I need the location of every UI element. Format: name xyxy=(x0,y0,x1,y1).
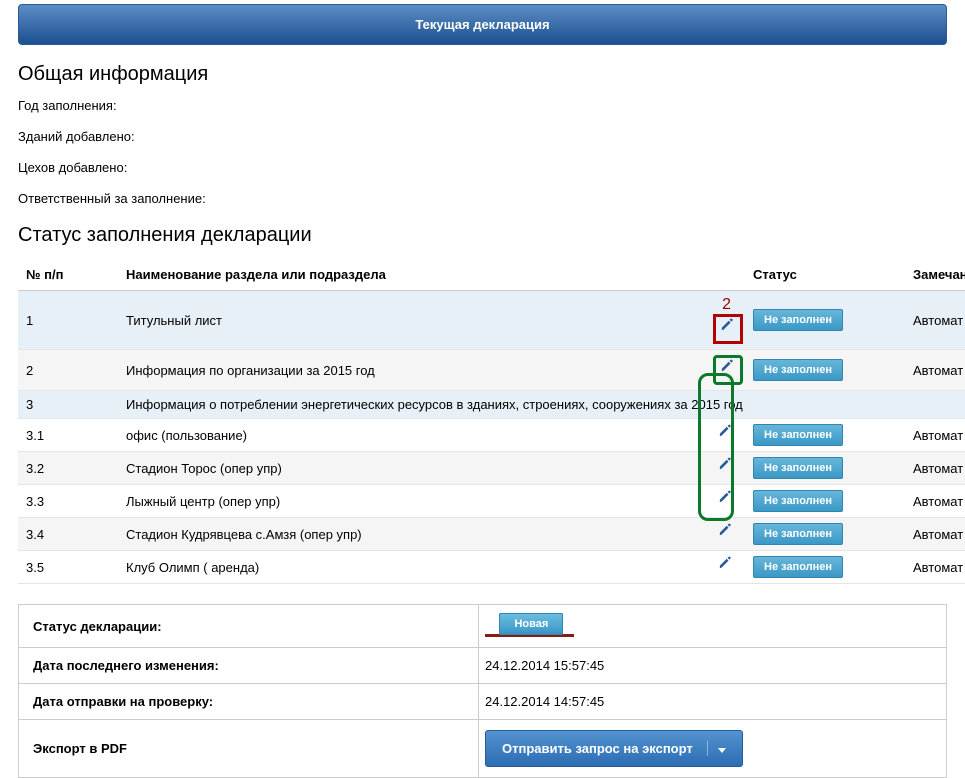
pencil-icon[interactable] xyxy=(715,490,737,512)
row-num: 1 xyxy=(18,291,118,350)
row-note: Автомат xyxy=(905,518,965,551)
page-header-title: Текущая декларация xyxy=(415,17,549,32)
pencil-icon[interactable] xyxy=(717,318,739,340)
row-note: Автомат xyxy=(905,485,965,518)
annotation-underline: Новая xyxy=(485,615,574,637)
col-header-name: Наименование раздела или подраздела xyxy=(118,259,705,291)
row-name: Титульный лист xyxy=(118,291,705,350)
annotation-red-box xyxy=(713,314,743,344)
col-header-num: № п/п xyxy=(18,259,118,291)
row-note: Автомат xyxy=(905,350,965,391)
summary-table: Статус декларации: Новая Дата последнего… xyxy=(18,604,947,778)
row-name: Информация по организации за 2015 год xyxy=(118,350,705,391)
status-badge: Не заполнен xyxy=(753,523,843,545)
row-num: 3 xyxy=(18,391,118,419)
row-name: Клуб Олимп ( аренда) xyxy=(118,551,705,584)
col-header-note: Замечан xyxy=(905,259,965,291)
status-section-title: Статус заполнения декларации xyxy=(18,224,947,247)
status-badge: Не заполнен xyxy=(753,309,843,331)
table-row: 1 Титульный лист 2 Не заполнен Автомат xyxy=(18,291,965,350)
info-buildings-label: Зданий добавлено: xyxy=(18,129,947,144)
pencil-icon[interactable] xyxy=(715,523,737,545)
row-num: 3.5 xyxy=(18,551,118,584)
pencil-icon[interactable] xyxy=(717,359,739,381)
table-row: 3.3 Лыжный центр (опер упр) Не заполнен … xyxy=(18,485,965,518)
page-header: Текущая декларация xyxy=(18,4,947,45)
annotation-number-2: 2 xyxy=(722,296,731,313)
status-badge: Не заполнен xyxy=(753,490,843,512)
table-row: 3.2 Стадион Торос (опер упр) Не заполнен… xyxy=(18,452,965,485)
export-request-button[interactable]: Отправить запрос на экспорт xyxy=(485,730,743,767)
row-num: 3.4 xyxy=(18,518,118,551)
table-row: 2 Информация по организации за 2015 год … xyxy=(18,350,965,391)
status-badge: Не заполнен xyxy=(753,359,843,381)
summary-sent-value: 24.12.2014 14:57:45 xyxy=(479,684,947,720)
row-name: Стадион Кудрявцева с.Амзя (опер упр) xyxy=(118,518,705,551)
table-row: 3 Информация о потреблении энергетически… xyxy=(18,391,965,419)
table-row: 3.5 Клуб Олимп ( аренда) Не заполнен Авт… xyxy=(18,551,965,584)
pencil-icon[interactable] xyxy=(715,556,737,578)
pencil-icon[interactable] xyxy=(715,457,737,479)
export-button-label: Отправить запрос на экспорт xyxy=(502,741,693,756)
status-table: № п/п Наименование раздела или подраздел… xyxy=(18,259,965,584)
pencil-icon[interactable] xyxy=(715,424,737,446)
row-num: 2 xyxy=(18,350,118,391)
row-note: Автомат xyxy=(905,452,965,485)
row-note: Автомат xyxy=(905,419,965,452)
info-workshops-label: Цехов добавлено: xyxy=(18,160,947,175)
status-badge: Не заполнен xyxy=(753,457,843,479)
chevron-down-icon xyxy=(718,748,726,753)
summary-export-label: Экспорт в PDF xyxy=(19,720,479,778)
summary-lastmod-label: Дата последнего изменения: xyxy=(19,648,479,684)
summary-status-label: Статус декларации: xyxy=(19,605,479,648)
general-info-title: Общая информация xyxy=(18,63,947,86)
row-num: 3.3 xyxy=(18,485,118,518)
row-note: Автомат xyxy=(905,551,965,584)
summary-lastmod-value: 24.12.2014 15:57:45 xyxy=(479,648,947,684)
row-note: Автомат xyxy=(905,291,965,350)
col-header-status: Статус xyxy=(745,259,905,291)
row-name: Информация о потреблении энергетических … xyxy=(118,391,965,419)
row-name: Стадион Торос (опер упр) xyxy=(118,452,705,485)
table-row: 3.4 Стадион Кудрявцева с.Амзя (опер упр)… xyxy=(18,518,965,551)
status-badge: Не заполнен xyxy=(753,556,843,578)
info-year-label: Год заполнения: xyxy=(18,98,947,113)
row-num: 3.1 xyxy=(18,419,118,452)
annotation-green-box xyxy=(713,355,743,385)
row-name: офис (пользование) xyxy=(118,419,705,452)
info-responsible-label: Ответственный за заполнение: xyxy=(18,191,947,206)
row-num: 3.2 xyxy=(18,452,118,485)
summary-sent-label: Дата отправки на проверку: xyxy=(19,684,479,720)
row-name: Лыжный центр (опер упр) xyxy=(118,485,705,518)
declaration-status-badge: Новая xyxy=(499,613,563,635)
status-badge: Не заполнен xyxy=(753,424,843,446)
table-row: 3.1 офис (пользование) Не заполнен Автом… xyxy=(18,419,965,452)
